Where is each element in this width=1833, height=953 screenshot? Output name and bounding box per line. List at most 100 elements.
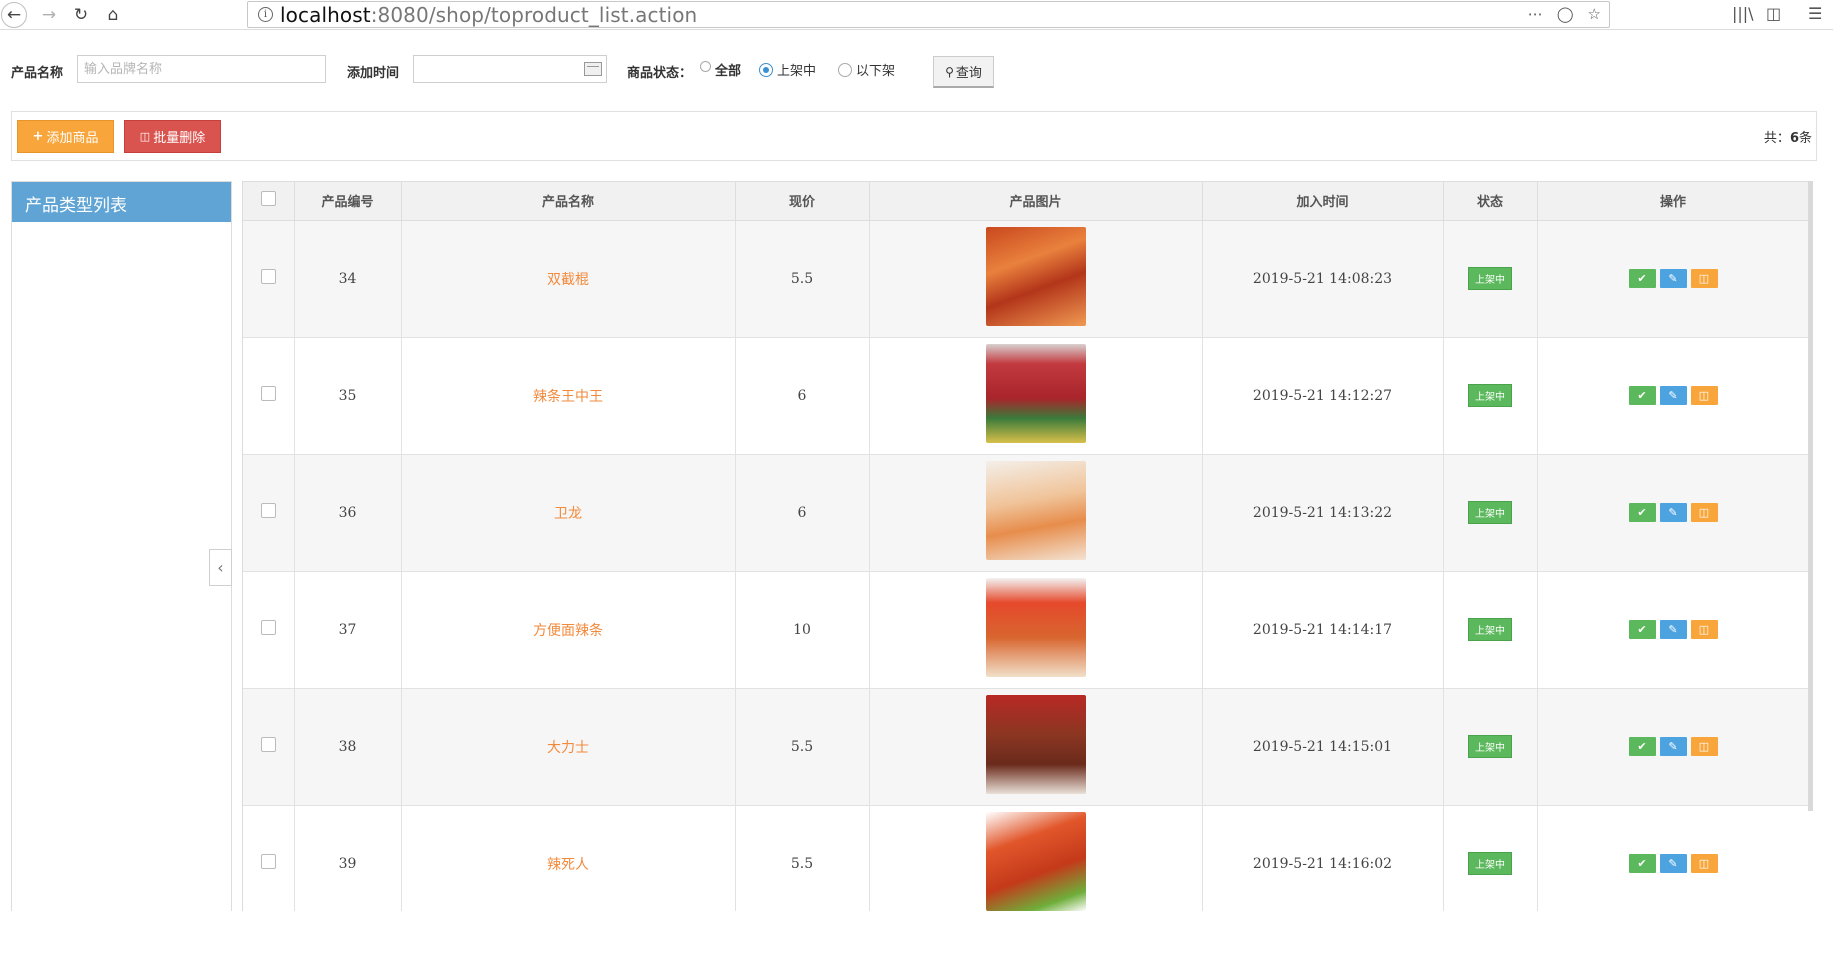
trash-icon[interactable]: ◫: [1690, 269, 1718, 288]
actions-cell: ✔ ✎ ◫: [1537, 220, 1808, 338]
radio-icon[interactable]: [700, 61, 711, 72]
row-checkbox[interactable]: [260, 737, 276, 752]
product-name-link[interactable]: 卫龙: [554, 506, 582, 522]
actions-cell: ✔ ✎ ◫: [1537, 454, 1808, 572]
bookmark-star-icon[interactable]: ☆: [1588, 5, 1601, 23]
trash-icon[interactable]: ◫: [1690, 737, 1718, 756]
check-icon[interactable]: ✔: [1628, 269, 1656, 288]
header-price: 现价: [735, 182, 870, 221]
back-arrow-icon[interactable]: ←: [1, 2, 27, 28]
row-checkbox[interactable]: [260, 854, 276, 869]
edit-icon[interactable]: ✎: [1659, 503, 1687, 522]
product-name-label: 产品名称: [11, 66, 64, 81]
search-form: 产品名称 添加时间 商品状态： 全部 上架中 以下架 ⚲ 查询: [0, 50, 1833, 90]
check-icon[interactable]: ✔: [1628, 737, 1656, 756]
collapse-sidebar-button[interactable]: ‹: [209, 549, 232, 586]
product-name-cell: 辣死人: [401, 805, 736, 911]
table-row: 37 方便面辣条 10 2019-5-21 14:14:17 上架中 ✔ ✎ ◫: [243, 571, 1808, 689]
product-name-link[interactable]: 辣死人: [547, 857, 589, 873]
row-checkbox-cell: [243, 337, 295, 455]
action-toolbar: + 添加商品 ◫ 批量删除 共：6条: [11, 111, 1817, 161]
scrollbar[interactable]: [1808, 181, 1813, 811]
check-icon[interactable]: ✔: [1628, 503, 1656, 522]
edit-icon[interactable]: ✎: [1659, 620, 1687, 639]
row-checkbox-cell: [243, 805, 295, 911]
product-time: 2019-5-21 14:14:17: [1202, 571, 1444, 689]
product-price: 10: [735, 571, 870, 689]
radio-all[interactable]: 全部: [700, 60, 741, 79]
product-status-cell: 上架中: [1443, 337, 1538, 455]
product-price: 5.5: [735, 688, 870, 806]
product-name-link[interactable]: 大力士: [547, 740, 589, 756]
product-image-cell: [869, 454, 1203, 572]
product-image-cell: [869, 805, 1203, 911]
add-time-input[interactable]: [413, 55, 607, 83]
row-checkbox[interactable]: [260, 386, 276, 401]
header-status: 状态: [1443, 182, 1538, 221]
row-checkbox[interactable]: [260, 503, 276, 518]
product-name-cell: 双截棍: [401, 220, 736, 338]
product-id: 39: [294, 805, 402, 911]
header-id: 产品编号: [294, 182, 402, 221]
product-image: [985, 227, 1086, 326]
product-time: 2019-5-21 14:16:02: [1202, 805, 1444, 911]
check-icon[interactable]: ✔: [1628, 386, 1656, 405]
chevron-left-icon: ‹: [217, 558, 224, 577]
radio-checked-icon[interactable]: [759, 62, 773, 77]
product-price: 5.5: [735, 220, 870, 338]
product-time: 2019-5-21 14:08:23: [1202, 220, 1444, 338]
product-image: [985, 578, 1086, 677]
radio-on-shelf[interactable]: 上架中: [759, 60, 816, 79]
edit-icon[interactable]: ✎: [1659, 737, 1687, 756]
product-name-input[interactable]: [77, 55, 326, 83]
product-status-cell: 上架中: [1443, 220, 1538, 338]
calendar-icon[interactable]: [584, 62, 602, 76]
pocket-icon[interactable]: ◯: [1557, 5, 1574, 23]
trash-icon[interactable]: ◫: [1690, 503, 1718, 522]
product-id: 36: [294, 454, 402, 572]
status-badge: 上架中: [1468, 735, 1512, 758]
product-name-link[interactable]: 辣条王中王: [533, 389, 603, 405]
product-status-cell: 上架中: [1443, 454, 1538, 572]
row-checkbox-cell: [243, 571, 295, 689]
radio-off-shelf[interactable]: 以下架: [838, 60, 895, 79]
edit-icon[interactable]: ✎: [1659, 386, 1687, 405]
product-name-link[interactable]: 双截棍: [547, 272, 589, 288]
actions-cell: ✔ ✎ ◫: [1537, 571, 1808, 689]
address-bar[interactable]: i localhost:8080/shop/toproduct_list.act…: [247, 1, 1610, 28]
table-row: 35 辣条王中王 6 2019-5-21 14:12:27 上架中 ✔ ✎ ◫: [243, 337, 1808, 455]
forward-arrow-icon[interactable]: →: [36, 2, 62, 28]
header-image: 产品图片: [869, 182, 1203, 221]
query-button[interactable]: ⚲ 查询: [933, 56, 994, 88]
select-all-checkbox[interactable]: [260, 191, 276, 207]
info-icon[interactable]: i: [258, 7, 273, 22]
trash-icon[interactable]: ◫: [1690, 620, 1718, 639]
home-icon[interactable]: ⌂: [100, 2, 126, 28]
product-id: 35: [294, 337, 402, 455]
check-icon[interactable]: ✔: [1628, 620, 1656, 639]
check-icon[interactable]: ✔: [1628, 854, 1656, 873]
menu-icon[interactable]: ☰: [1808, 4, 1822, 23]
trash-icon[interactable]: ◫: [1690, 854, 1718, 873]
library-icon[interactable]: |||\: [1732, 4, 1754, 23]
add-product-button[interactable]: + 添加商品: [17, 120, 114, 153]
reload-icon[interactable]: ↻: [68, 2, 94, 28]
batch-delete-button[interactable]: ◫ 批量删除: [124, 120, 221, 153]
row-checkbox-cell: [243, 688, 295, 806]
row-checkbox[interactable]: [260, 269, 276, 284]
product-name-link[interactable]: 方便面辣条: [533, 623, 603, 639]
select-all-checkbox-cell: [243, 182, 295, 221]
product-price: 6: [735, 337, 870, 455]
radio-icon[interactable]: [838, 62, 852, 77]
table-row: 38 大力士 5.5 2019-5-21 14:15:01 上架中 ✔ ✎ ◫: [243, 688, 1808, 806]
trash-icon[interactable]: ◫: [1690, 386, 1718, 405]
header-name: 产品名称: [401, 182, 736, 221]
more-dots-icon[interactable]: ⋯: [1528, 5, 1543, 23]
sidebar-toggle-icon[interactable]: ◫: [1766, 4, 1781, 23]
url-text[interactable]: localhost:8080/shop/toproduct_list.actio…: [280, 3, 697, 27]
row-checkbox[interactable]: [260, 620, 276, 635]
edit-icon[interactable]: ✎: [1659, 854, 1687, 873]
sidebar-title: 产品类型列表: [12, 182, 231, 222]
edit-icon[interactable]: ✎: [1659, 269, 1687, 288]
product-image: [985, 344, 1086, 443]
